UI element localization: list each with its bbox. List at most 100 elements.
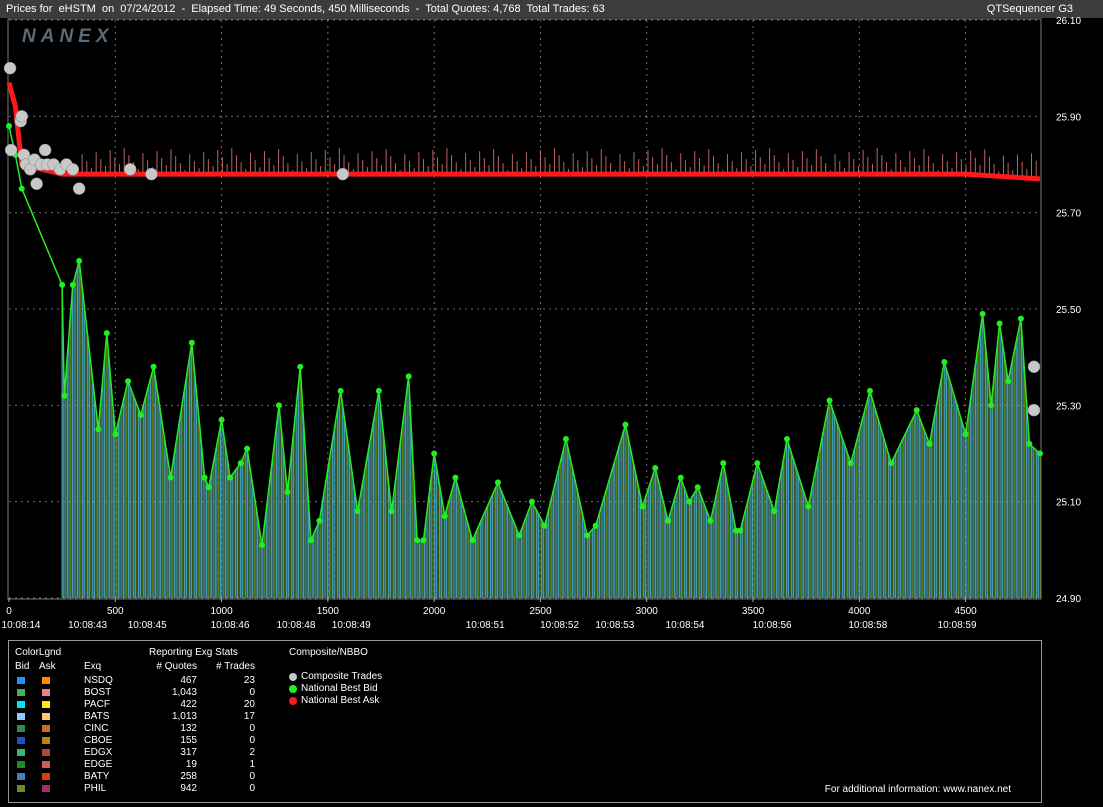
bid-point (69, 281, 76, 288)
ask-color-swatch (42, 761, 50, 768)
bid-point (167, 474, 174, 481)
bid-point (405, 373, 412, 380)
bid-point (926, 440, 933, 447)
footer-info: For additional information: www.nanex.ne… (824, 784, 1011, 795)
bid-point (59, 281, 66, 288)
bid-point (592, 522, 599, 529)
exchange-name: NSDQ (84, 675, 113, 686)
trade-point (123, 163, 137, 176)
composite-legend-dot (289, 673, 297, 681)
bid-point (562, 436, 569, 443)
bid-point (103, 330, 110, 337)
y-tick-label: 25.70 (1056, 209, 1081, 220)
y-tick-label: 26.10 (1056, 16, 1081, 27)
bid-point (205, 484, 212, 491)
trade-point (72, 182, 86, 195)
x-time-label: 10:08:58 (848, 620, 887, 631)
bid-point (888, 460, 895, 467)
trades-header: # Trades (216, 661, 255, 672)
bid-point (6, 122, 12, 129)
ask-color-swatch (42, 737, 50, 744)
color-legend-label: ColorLgnd (15, 647, 62, 658)
bid-point (244, 445, 251, 452)
trade-point (336, 167, 349, 181)
bid-point (337, 387, 344, 394)
bid-point (826, 397, 833, 404)
trade-count: 0 (249, 771, 255, 782)
ask-header: Ask (39, 661, 56, 672)
trade-point (145, 167, 158, 181)
price-chart: NANEX 26.10 25.90 25.70 25.50 25.30 25.10 24.9… (2, 16, 1082, 631)
bid-color-swatch (17, 749, 25, 756)
bid-point (584, 532, 591, 539)
y-tick-label: 25.50 (1056, 305, 1081, 316)
y-tick-label: 25.10 (1056, 498, 1081, 509)
bid-color-swatch (17, 713, 25, 720)
bid-point (452, 474, 459, 481)
x-tick-label: 2000 (423, 606, 446, 617)
x-tick-label: 4000 (848, 606, 871, 617)
trade-count: 0 (249, 783, 255, 794)
bid-color-swatch (17, 761, 25, 768)
bid-point (686, 498, 693, 505)
bid-point (218, 416, 225, 423)
bid-point (201, 474, 208, 481)
composite-legend-dot (289, 697, 297, 705)
ask-color-swatch (42, 677, 50, 684)
bid-color-swatch (17, 785, 25, 792)
trade-point (1027, 403, 1041, 417)
bid-point (1017, 315, 1024, 322)
x-time-label: 10:08:43 (68, 620, 107, 631)
bid-point (61, 392, 68, 399)
bid-point (18, 185, 25, 192)
bid-point (258, 542, 265, 549)
bid-point (150, 363, 157, 370)
x-time-label: 10:08:48 (277, 620, 316, 631)
bid-point (707, 517, 714, 524)
y-axis: 26.10 25.90 25.70 25.50 25.30 25.10 24.90 (1056, 16, 1081, 605)
trade-point (38, 143, 52, 157)
composite-legend-dot (289, 685, 297, 693)
bid-point (988, 402, 995, 409)
bid-point (652, 464, 659, 471)
bid-point (1026, 440, 1033, 447)
quote-count: 422 (180, 699, 197, 710)
trade-point (1027, 360, 1041, 374)
bid-point (237, 460, 244, 467)
bid-point (720, 460, 727, 467)
bid-point (469, 537, 476, 544)
bid-point (913, 407, 920, 414)
x-axis: 0 500 1000 1500 2000 2500 3000 3500 4000 4500 10:0… (2, 598, 977, 631)
bid-point (431, 450, 438, 457)
bid-point (388, 508, 395, 515)
trade-count: 0 (249, 687, 255, 698)
bid-point (979, 310, 986, 317)
bid-point (541, 522, 548, 529)
bid-point (414, 537, 421, 544)
exchange-name: BATY (84, 771, 110, 782)
trade-point (3, 61, 17, 75)
bid-color-swatch (17, 689, 25, 696)
trade-count: 20 (243, 699, 255, 710)
quote-count: 942 (180, 783, 197, 794)
exchange-name: EDGX (84, 747, 113, 758)
x-time-label: 10:08:53 (595, 620, 634, 631)
bid-point (664, 517, 671, 524)
bid-point (805, 503, 812, 510)
bid-point (125, 378, 132, 385)
bid-point (112, 431, 119, 438)
bid-point (771, 508, 778, 515)
x-tick-label: 1500 (317, 606, 340, 617)
quote-count: 317 (180, 747, 197, 758)
bid-point (441, 513, 448, 520)
composite-legend-label: National Best Bid (301, 683, 378, 694)
x-tick-label: 3500 (742, 606, 765, 617)
quote-count: 258 (180, 771, 197, 782)
x-tick-label: 500 (107, 606, 124, 617)
bid-point (737, 527, 744, 534)
stats-title: Reporting Exg Stats (149, 647, 238, 658)
exchange-name: PACF (84, 699, 110, 710)
quote-count: 1,043 (171, 687, 197, 698)
exchange-name: EDGE (84, 759, 113, 770)
bid-point (316, 517, 323, 524)
